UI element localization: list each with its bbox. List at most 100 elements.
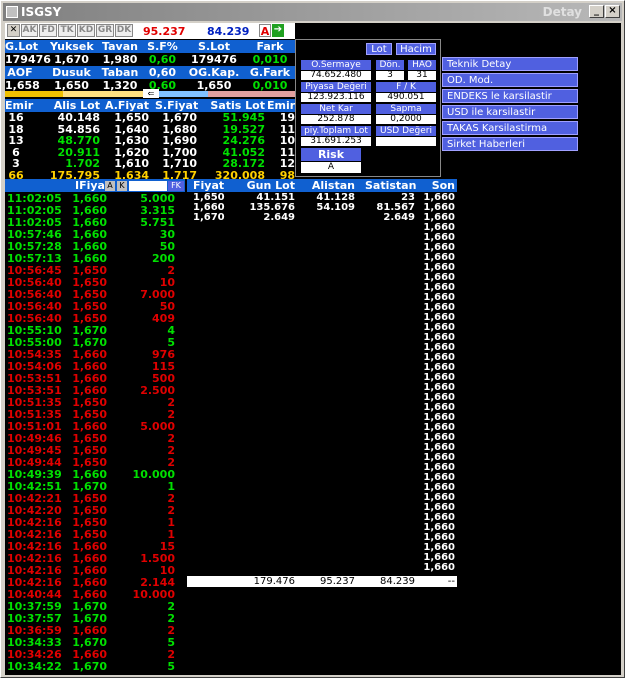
depth-son: 1,660	[423, 562, 455, 573]
arrow-icon[interactable]: ⇐	[143, 89, 159, 98]
trade-lot: 1	[167, 516, 175, 529]
export-icon[interactable]: ➔	[272, 24, 284, 37]
table-row: 10:34:22 1,670 5	[7, 661, 187, 673]
toolbar: ✕ AK FD TK KD GR DK 95.237 84.239 A ➔	[5, 23, 295, 39]
price-1: 95.237	[143, 25, 186, 38]
summary-header-2-3: 0,60	[148, 66, 177, 79]
summary-header-1-0: G.Lot	[5, 40, 39, 53]
info-label-8: USD Değeri	[376, 126, 436, 136]
info-label-1: Dön.	[376, 60, 404, 70]
summary-value-1-3: 0,60	[148, 53, 177, 66]
main-window: ISGSY Detay _ × ✕ AK FD TK KD GR DK 95.2…	[0, 0, 625, 678]
depth-header-1: Gun Lot	[246, 179, 295, 192]
trade-time: 10:34:22	[7, 660, 62, 673]
menu-item-0[interactable]: Teknik Detay	[442, 57, 578, 71]
depth-total-2: 84.239	[380, 576, 415, 587]
kd-button[interactable]: KD	[77, 24, 95, 37]
trade-lot: 4	[167, 324, 175, 337]
trade-lot: 200	[152, 252, 175, 265]
dk-button[interactable]: DK	[115, 24, 133, 37]
title-bar: ISGSY Detay _ ×	[3, 3, 622, 21]
summary-header-2-1: Dusuk	[52, 66, 91, 79]
trade-lot: 2	[167, 600, 175, 613]
trade-lot: 2	[167, 624, 175, 637]
depth-header-3: Satistan	[365, 179, 417, 192]
trade-lot: 2.500	[140, 384, 175, 397]
summary-header-2-2: Taban	[101, 66, 139, 79]
summary-header-2-0: AOF	[7, 66, 33, 79]
summary-header-1-1: Yuksek	[50, 40, 94, 53]
trade-lot: 1	[167, 480, 175, 493]
tab-lot[interactable]: Lot	[366, 43, 392, 55]
depth-header-2: Alistan	[311, 179, 355, 192]
depth-list: 1,650 41.151 41.128 23 1,660 1,660 135.676 54.1…	[187, 193, 457, 613]
depth-cell-2-1: 2.649	[263, 212, 295, 223]
trade-lot: 409	[152, 312, 175, 325]
info-value-2: 31	[408, 71, 436, 80]
trades-list: 11:02:05 1,660 5.000 11:02:05 1,660 3.315 11:0…	[7, 193, 187, 673]
summary-value-1-2: 1,980	[102, 53, 138, 66]
info-value-1: 3	[376, 71, 404, 80]
trade-lot: 2	[167, 444, 175, 457]
info-label-6: Sapma	[376, 104, 436, 114]
summary-header-1-5: Fark	[256, 40, 284, 53]
info-label-2: HAO	[408, 60, 436, 70]
gr-button[interactable]: GR	[96, 24, 114, 37]
info-value-9: A	[301, 162, 361, 173]
summary-header-1-4: S.Lot	[198, 40, 230, 53]
summary-value-1-1: 1,670	[54, 53, 89, 66]
fd-button[interactable]: FD	[39, 24, 57, 37]
summary-value-1-5: 0,010	[252, 53, 288, 66]
tab-hacim[interactable]: Hacim	[396, 43, 436, 55]
summary-value-1-4: 179476	[191, 53, 237, 66]
menu-item-2[interactable]: ENDEKS le karsilastir	[442, 89, 578, 103]
close-icon[interactable]: ✕	[7, 24, 20, 37]
trade-lot: 2	[167, 612, 175, 625]
sort-k-button[interactable]: K	[117, 181, 127, 191]
info-value-4: 490.051	[376, 93, 436, 102]
menu-item-1[interactable]: OD. Mod.	[442, 73, 578, 87]
sort-a-button[interactable]: A	[105, 181, 115, 191]
menu-item-3[interactable]: USD ile karsilastir	[442, 105, 578, 119]
trade-lot: 10.000	[132, 468, 175, 481]
depth-total-3: --	[447, 576, 455, 587]
depth-cell-2-3: 2.649	[383, 212, 415, 223]
info-label-4: F / K	[376, 82, 436, 92]
fk-button[interactable]: FK	[168, 181, 184, 191]
content-area: ✕ AK FD TK KD GR DK 95.237 84.239 A ➔ G.…	[5, 23, 621, 675]
trade-lot: 2	[167, 648, 175, 661]
depth-total-1: 95.237	[320, 576, 355, 587]
menu-item-5[interactable]: Sirket Haberleri	[442, 137, 578, 151]
window-detail: Detay	[542, 5, 582, 19]
trades-filter-input[interactable]	[129, 181, 167, 191]
summary-value-1-0: 179476	[5, 53, 51, 66]
depth-header-4: Son	[431, 179, 455, 192]
info-value-7: 31.691.253	[301, 137, 371, 146]
ak-button[interactable]: AK	[21, 24, 38, 37]
info-value-6: 0,2000	[376, 115, 436, 124]
tk-button[interactable]: TK	[58, 24, 76, 37]
trade-lot: 10.000	[132, 588, 175, 601]
menu-item-4[interactable]: TAKAS Karsilastirma	[442, 121, 578, 135]
window-icon	[6, 6, 18, 18]
summary-header-2-5: G.Fark	[249, 66, 291, 79]
info-value-3: 123.923.116	[301, 93, 371, 102]
trade-lot: 2	[167, 492, 175, 505]
window-title: ISGSY	[21, 5, 62, 19]
info-label-7: piy.Toplam Lot	[301, 126, 371, 136]
trade-lot: 5	[167, 636, 175, 649]
a-button[interactable]: A	[259, 24, 271, 38]
trade-lot: 2	[167, 396, 175, 409]
info-label-3: Piyasa Değeri	[301, 82, 371, 92]
price-2: 84.239	[207, 25, 250, 38]
summary-header-1-3: S.F%	[147, 40, 178, 53]
summary-header-1-2: Tavan	[102, 40, 138, 53]
info-value-8	[376, 137, 436, 146]
info-value-5: 252.878	[301, 115, 371, 124]
close-button[interactable]: ×	[605, 5, 620, 18]
minimize-button[interactable]: _	[589, 5, 604, 18]
info-label-9: Risk Kodu	[301, 148, 361, 161]
trade-lot: 5	[167, 660, 175, 673]
depth-cell-2-0: 1,670	[193, 212, 225, 223]
depth-total-0: 179.476	[253, 576, 295, 587]
